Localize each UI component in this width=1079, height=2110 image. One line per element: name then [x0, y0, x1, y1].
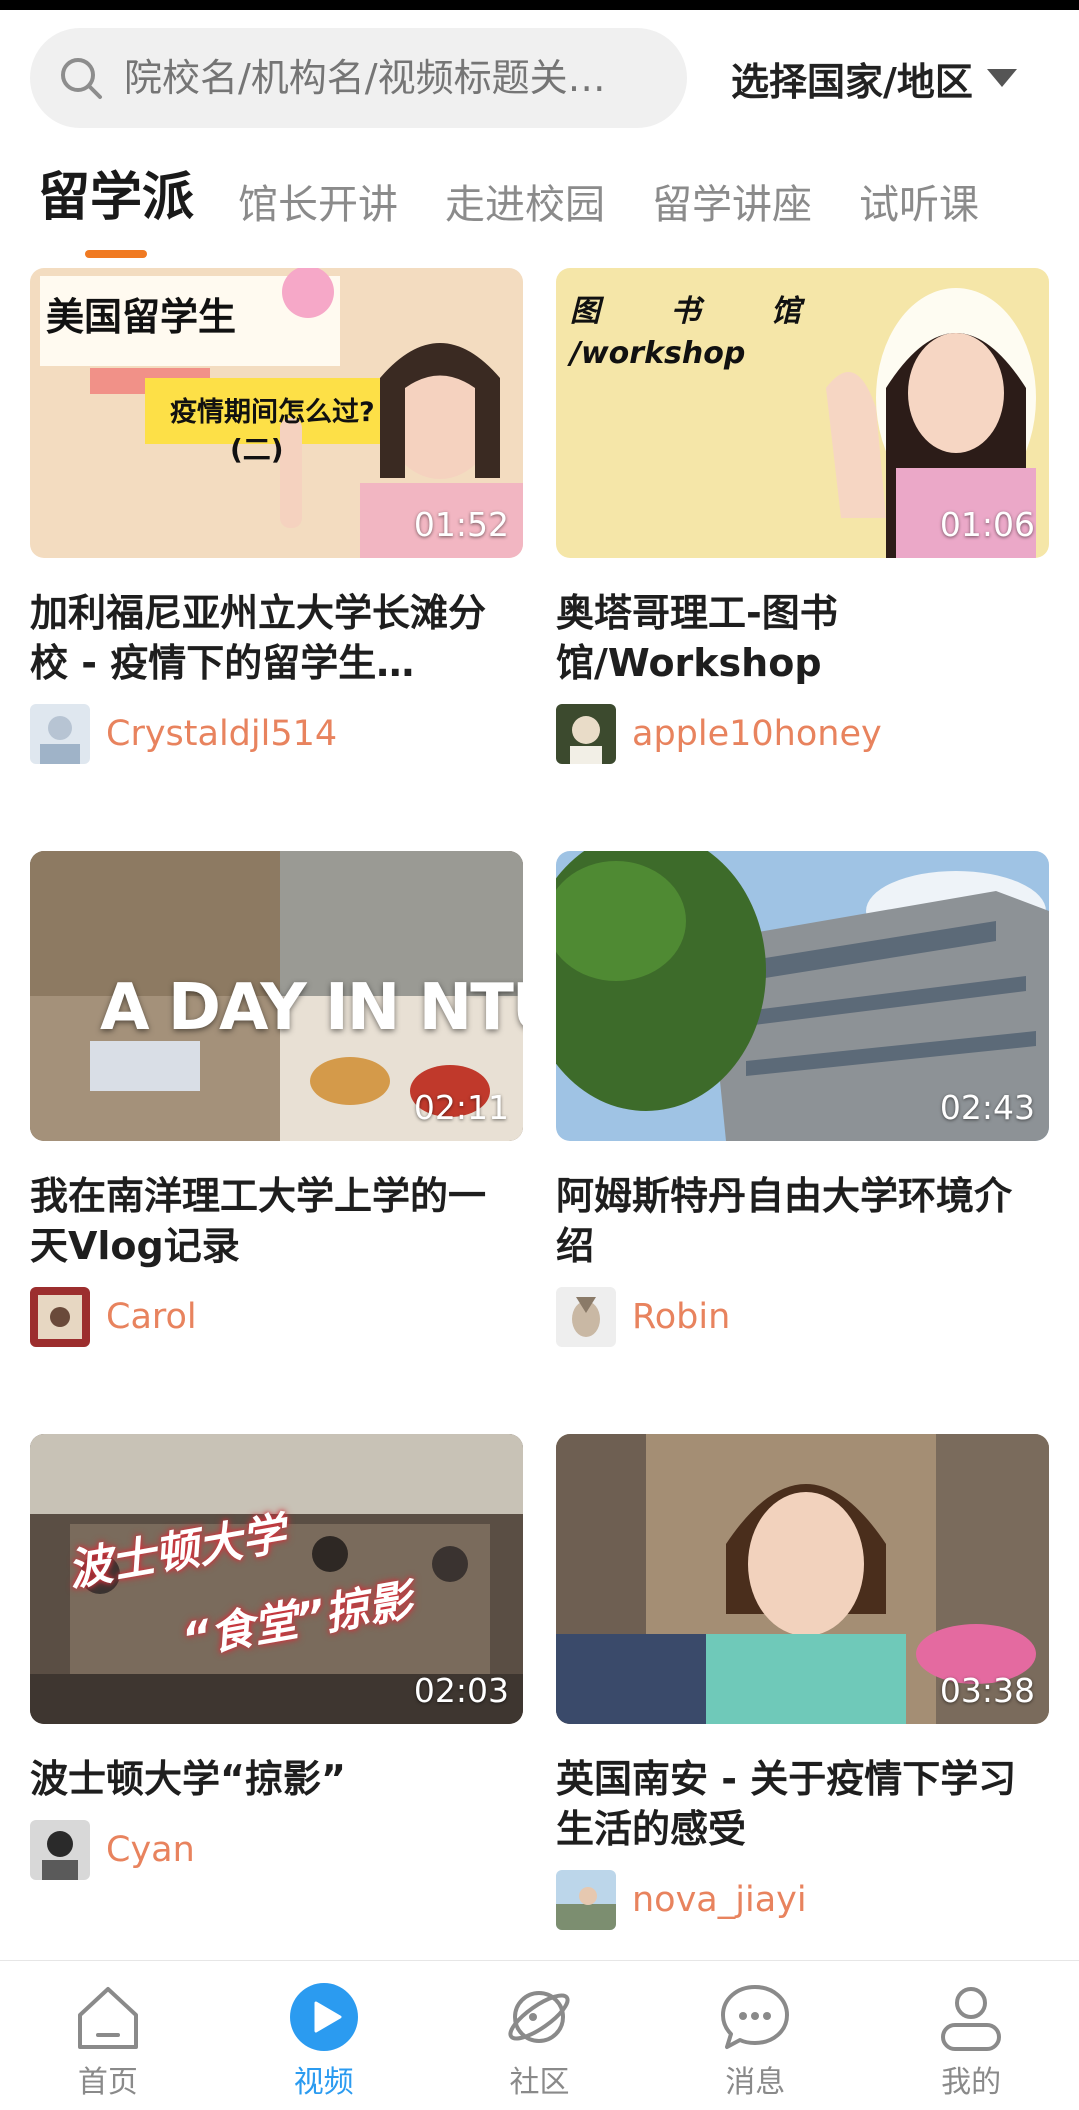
author-name: nova_jiayi	[632, 1880, 807, 1920]
video-duration: 01:52	[413, 505, 509, 544]
search-icon	[61, 58, 102, 99]
video-card[interactable]: 02:43 阿姆斯特丹自由大学环境介绍 Robin	[556, 851, 1049, 1347]
avatar	[556, 1287, 616, 1347]
tab-label: 留学讲座	[652, 182, 813, 228]
video-card[interactable]: 美国留学生 疫情期间怎么过? (二) 01:52 加利福尼亚州立大学长滩分校 -…	[30, 268, 523, 764]
video-card[interactable]: 图 书 馆 /workshop 01:06 奥塔哥理工-图书馆/Workshop…	[556, 268, 1049, 764]
nav-label: 社区	[509, 2065, 570, 2100]
author-row[interactable]: Cyan	[30, 1820, 523, 1880]
search-box[interactable]	[30, 28, 687, 128]
thumbnail-caption: (二)	[230, 433, 284, 466]
nav-label: 消息	[725, 2065, 786, 2100]
author-row[interactable]: apple10honey	[556, 704, 1049, 764]
video-title[interactable]: 奥塔哥理工-图书馆/Workshop	[556, 588, 1049, 688]
planet-icon	[508, 1991, 571, 2043]
category-tabs: 留学派 馆长开讲 走进校园 留学讲座 试听课	[38, 155, 1026, 258]
tab-label: 走进校园	[445, 182, 606, 228]
video-card[interactable]: 03:38 英国南安 - 关于疫情下学习生活的感受 nova_jiayi	[556, 1434, 1049, 1930]
video-duration: 02:03	[413, 1671, 509, 1710]
thumbnail-caption: 疫情期间怎么过?	[170, 397, 375, 428]
thumbnail-caption: 美国留学生	[46, 295, 237, 339]
video-thumbnail[interactable]: 03:38	[556, 1434, 1049, 1724]
search-input[interactable]	[124, 56, 664, 100]
author-name: Carol	[106, 1297, 197, 1337]
video-title[interactable]: 波士顿大学“掠影”	[30, 1754, 523, 1804]
tab-label: 试听课	[859, 182, 980, 228]
tab-campus-tour[interactable]: 走进校园	[445, 172, 605, 230]
avatar	[30, 1287, 90, 1347]
author-row[interactable]: nova_jiayi	[556, 1870, 1049, 1930]
nav-messages[interactable]: 消息	[647, 1961, 863, 2110]
tab-lectures[interactable]: 留学讲座	[652, 172, 812, 230]
author-row[interactable]: Crystaldjl514	[30, 704, 523, 764]
video-thumbnail[interactable]: 02:43	[556, 851, 1049, 1141]
author-name: apple10honey	[632, 714, 882, 754]
nav-video[interactable]: 视频	[216, 1961, 432, 2110]
video-title[interactable]: 加利福尼亚州立大学长滩分校 - 疫情下的留学生…	[30, 588, 523, 688]
tab-curator-talks[interactable]: 馆长开讲	[238, 172, 398, 230]
avatar	[30, 704, 90, 764]
search-row: 选择国家/地区	[30, 28, 1059, 128]
tab-liuxuepai[interactable]: 留学派	[38, 155, 195, 258]
author-name: Robin	[632, 1297, 731, 1337]
nav-community[interactable]: 社区	[432, 1961, 648, 2110]
video-thumbnail[interactable]: 图 书 馆 /workshop 01:06	[556, 268, 1049, 558]
home-icon	[77, 1987, 138, 2049]
thumbnail-caption: /workshop	[570, 336, 746, 371]
nav-label: 我的	[941, 2065, 1002, 2100]
tab-trial-class[interactable]: 试听课	[859, 172, 979, 230]
author-name: Crystaldjl514	[106, 714, 338, 754]
video-thumbnail[interactable]: 波士顿大学 “食堂”掠影 02:03	[30, 1434, 523, 1724]
video-title[interactable]: 阿姆斯特丹自由大学环境介绍	[556, 1171, 1049, 1271]
profile-icon	[941, 1987, 1002, 2051]
video-duration: 02:11	[413, 1088, 509, 1127]
video-thumbnail[interactable]: A DAY IN NTU 02:11	[30, 851, 523, 1141]
video-card[interactable]: A DAY IN NTU 02:11 我在南洋理工大学上学的一天Vlog记录 C…	[30, 851, 523, 1347]
video-card[interactable]: 波士顿大学 “食堂”掠影 02:03 波士顿大学“掠影” Cyan	[30, 1434, 523, 1880]
author-row[interactable]: Robin	[556, 1287, 1049, 1347]
author-row[interactable]: Carol	[30, 1287, 523, 1347]
video-duration: 02:43	[939, 1088, 1035, 1127]
nav-profile[interactable]: 我的	[863, 1961, 1079, 2110]
tab-label: 留学派	[38, 168, 195, 228]
video-duration: 01:06	[939, 505, 1035, 544]
tab-label: 馆长开讲	[238, 182, 399, 228]
bottom-navigation: 首页 视频 社区 消息 我的	[0, 1960, 1079, 2110]
nav-home[interactable]: 首页	[0, 1961, 216, 2110]
active-tab-indicator	[85, 250, 147, 258]
region-selector[interactable]: 选择国家/地区	[731, 51, 1017, 106]
nav-label: 视频	[293, 2065, 354, 2100]
avatar	[30, 1820, 90, 1880]
video-play-icon	[289, 1983, 358, 2051]
author-name: Cyan	[106, 1830, 195, 1870]
thumbnail-caption: A DAY IN NTU	[100, 971, 523, 1045]
nav-label: 首页	[77, 2065, 138, 2100]
chevron-down-icon	[986, 69, 1017, 87]
avatar	[556, 1870, 616, 1930]
region-selector-label: 选择国家/地区	[731, 59, 973, 104]
video-duration: 03:38	[939, 1671, 1035, 1710]
video-thumbnail[interactable]: 美国留学生 疫情期间怎么过? (二) 01:52	[30, 268, 523, 558]
video-feed-page: 选择国家/地区 留学派 馆长开讲 走进校园 留学讲座 试听课	[0, 0, 1079, 2110]
message-bubble-icon	[721, 1985, 790, 2049]
status-bar	[0, 0, 1079, 10]
video-title[interactable]: 我在南洋理工大学上学的一天Vlog记录	[30, 1171, 523, 1271]
avatar	[556, 704, 616, 764]
thumbnail-caption: 图 书 馆	[570, 294, 831, 329]
video-title[interactable]: 英国南安 - 关于疫情下学习生活的感受	[556, 1754, 1049, 1854]
